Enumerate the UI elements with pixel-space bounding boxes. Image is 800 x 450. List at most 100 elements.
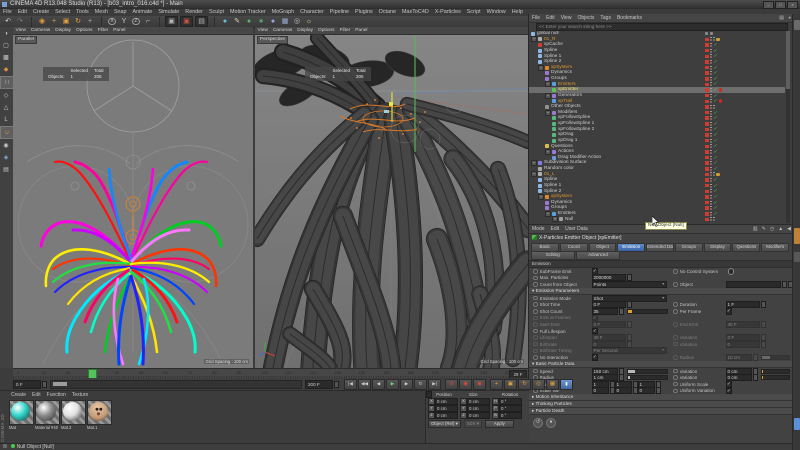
play-forwards-button[interactable]: ▶ <box>386 379 399 390</box>
om-menu-objects[interactable]: Objects <box>574 14 597 22</box>
workplane-lock-button[interactable]: ◉ <box>0 140 12 151</box>
mat-menu-texture[interactable]: Texture <box>69 392 91 399</box>
visibility-dots[interactable] <box>710 60 712 64</box>
layer-color-chip[interactable] <box>705 133 709 137</box>
anim-dot-icon[interactable] <box>533 269 538 274</box>
mat-menu-create[interactable]: Create <box>8 392 29 399</box>
visibility-dots[interactable] <box>710 217 712 221</box>
anim-dot-icon[interactable] <box>533 302 538 307</box>
edge-tab[interactable] <box>794 252 800 262</box>
layer-color-chip[interactable] <box>705 116 709 120</box>
goto-end-button[interactable]: ▶| <box>428 379 441 390</box>
anim-dot-icon[interactable] <box>673 322 678 327</box>
enabled-check[interactable]: ✓ <box>713 88 717 92</box>
size-mode-dropdown[interactable]: Size ▾ <box>464 420 482 428</box>
close-button[interactable]: × <box>787 1 798 9</box>
viewport-parallel[interactable]: ViewCamerasDisplayOptionsFilterPanel Par… <box>13 27 253 368</box>
material-material-40[interactable]: Material #40 <box>35 400 58 431</box>
key-position-button[interactable]: + <box>490 379 503 390</box>
enabled-check[interactable]: ✓ <box>713 122 717 126</box>
visibility-dots[interactable] <box>710 71 712 75</box>
vp-menu-panel[interactable]: Panel <box>353 27 370 34</box>
anim-dot-icon[interactable] <box>533 296 538 301</box>
coord-field[interactable]: 0 ° <box>499 398 522 405</box>
add-spline-button[interactable]: ✎ <box>231 17 243 27</box>
add-mograph-button[interactable]: ∗ <box>255 17 267 27</box>
value-field[interactable]: 0 <box>726 341 760 348</box>
keyframe-selection-button[interactable]: ◉ <box>473 379 486 390</box>
mat-menu-edit[interactable]: Edit <box>29 392 44 399</box>
layer-color-chip[interactable] <box>705 66 709 70</box>
menu-simulate[interactable]: Simulate <box>155 9 182 16</box>
range-end-spinner[interactable] <box>334 381 339 388</box>
visibility-dots[interactable] <box>710 133 712 137</box>
anim-dot-icon[interactable] <box>673 375 678 380</box>
section-header-particle-death[interactable]: ▸ Particle Death <box>529 408 793 415</box>
layer-color-chip[interactable] <box>705 60 709 64</box>
enabled-check[interactable]: ✓ <box>713 66 717 70</box>
value-field[interactable]: 0 F <box>592 321 626 328</box>
visibility-dots[interactable] <box>710 49 712 53</box>
layer-color-chip[interactable] <box>705 83 709 87</box>
layer-color-chip[interactable] <box>705 201 709 205</box>
menu-window[interactable]: Window <box>484 9 509 16</box>
anim-dot-icon[interactable] <box>533 276 538 281</box>
visibility-dots[interactable] <box>710 77 712 81</box>
layer-color-chip[interactable] <box>705 167 709 171</box>
layer-color-chip[interactable] <box>705 105 709 109</box>
material-preview[interactable] <box>9 400 34 425</box>
model-mode-button[interactable]: ▢ <box>0 40 12 51</box>
enabled-check[interactable]: ✓ <box>713 201 717 205</box>
menu-x-particles[interactable]: X-Particles <box>432 9 464 16</box>
autokeying-button[interactable]: ◉ <box>459 379 472 390</box>
om-menu-tags[interactable]: Tags <box>597 14 614 22</box>
picker-button[interactable] <box>782 281 787 288</box>
value-field[interactable]: 0 <box>638 387 655 394</box>
key-rotation-button[interactable]: ↻ <box>518 379 531 390</box>
spinner[interactable] <box>761 321 766 328</box>
om-menu-icon-1[interactable]: ▤ <box>777 14 786 22</box>
menu-script[interactable]: Script <box>464 9 484 16</box>
layer-color-chip[interactable] <box>705 71 709 75</box>
menu-character[interactable]: Character <box>297 9 327 16</box>
visibility-dots[interactable] <box>710 184 712 188</box>
visibility-dots[interactable] <box>710 43 712 47</box>
value-field[interactable]: 0 <box>615 387 632 394</box>
next-frame-button[interactable]: ▶ <box>400 379 413 390</box>
lock-x-axis-button[interactable]: X <box>106 17 118 27</box>
layer-color-chip[interactable] <box>705 49 709 53</box>
menu-motion-tracker[interactable]: Motion Tracker <box>227 9 269 16</box>
range-start-field[interactable]: 0 F <box>13 380 41 389</box>
om-menu-bookmarks[interactable]: Bookmarks <box>614 14 645 22</box>
coord-field[interactable]: 0 cm <box>435 398 458 405</box>
layer-color-chip[interactable] <box>705 161 709 165</box>
redo-button[interactable]: ↷ <box>14 17 26 27</box>
add-array-button[interactable]: ▦ <box>279 17 291 27</box>
record-keyframe-button[interactable]: ⊘ <box>445 379 458 390</box>
make-editable-button[interactable]: ◑ <box>0 28 12 39</box>
enabled-check[interactable]: ✓ <box>713 127 717 131</box>
menu-edit[interactable]: Edit <box>15 9 30 16</box>
enabled-check[interactable]: ✓ <box>713 54 717 58</box>
anim-dot-icon[interactable] <box>673 269 678 274</box>
slider[interactable] <box>761 375 791 380</box>
visibility-dots[interactable] <box>710 172 712 176</box>
anim-dot-icon[interactable] <box>673 382 678 387</box>
spinner[interactable] <box>761 341 766 348</box>
preview-range-slider[interactable] <box>50 380 302 389</box>
range-start-spinner[interactable] <box>42 381 47 388</box>
record-button[interactable]: ● <box>546 418 556 428</box>
coord-field[interactable]: 0 cm <box>467 398 490 405</box>
material-mat-1[interactable]: Mat.1 <box>87 400 110 431</box>
enabled-check[interactable]: ✓ <box>713 156 717 160</box>
value-field[interactable]: 10 cm <box>726 354 752 361</box>
anim-dot-icon[interactable] <box>533 309 538 314</box>
add-deformer-button[interactable]: ● <box>267 17 279 27</box>
move-tool-button[interactable]: + <box>48 17 60 27</box>
previous-key-button[interactable]: ◀◀ <box>358 379 371 390</box>
visibility-dots[interactable] <box>710 54 712 58</box>
material-mat[interactable]: Mat <box>9 400 32 431</box>
edge-tab-xparticles[interactable] <box>794 228 800 244</box>
enabled-check[interactable]: ✓ <box>713 49 717 53</box>
dropdown[interactable]: Per Second▼ <box>592 347 668 354</box>
